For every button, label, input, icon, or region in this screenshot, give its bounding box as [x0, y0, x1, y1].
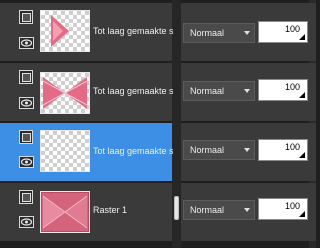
- blend-mode-dropdown[interactable]: Normaal: [183, 200, 255, 220]
- opacity-value: 100: [284, 142, 300, 152]
- layer-type-icon[interactable]: [19, 10, 33, 24]
- blend-mode-value: Normaal: [190, 205, 225, 215]
- opacity-value: 100: [284, 201, 300, 211]
- blend-mode-dropdown[interactable]: Normaal: [183, 81, 255, 101]
- layer-type-icon[interactable]: [19, 70, 33, 84]
- opacity-field[interactable]: 100: [258, 139, 308, 161]
- layer-type-icon[interactable]: [19, 190, 33, 204]
- layer-name[interactable]: Tot laag gemaakte s: [93, 86, 173, 97]
- layer-thumbnail: [40, 72, 90, 114]
- layers-panel: Tot laag gemaakte s Normaal 100 Tot laag…: [0, 0, 316, 248]
- chevron-down-icon: [244, 89, 250, 93]
- layer-name[interactable]: Tot laag gemaakte s: [93, 146, 173, 157]
- layer-name[interactable]: Tot laag gemaakte s: [93, 26, 173, 37]
- blend-mode-value: Normaal: [190, 86, 225, 96]
- eye-icon[interactable]: [19, 37, 34, 49]
- blend-mode-value: Normaal: [190, 145, 225, 155]
- blend-mode-dropdown[interactable]: Normaal: [183, 140, 255, 160]
- layer-thumbnail: [40, 191, 90, 233]
- opacity-slider-icon: [299, 34, 305, 40]
- blend-mode-value: Normaal: [190, 28, 225, 38]
- layer-thumbnail: [40, 130, 90, 172]
- chevron-down-icon: [244, 148, 250, 152]
- chevron-down-icon: [244, 31, 250, 35]
- opacity-field[interactable]: 100: [258, 21, 308, 43]
- opacity-value: 100: [284, 24, 300, 34]
- layer-name[interactable]: Raster 1: [93, 205, 173, 216]
- opacity-slider-icon: [299, 211, 305, 217]
- eye-icon[interactable]: [19, 156, 34, 168]
- panel-resize-handle[interactable]: [174, 196, 179, 220]
- eye-icon[interactable]: [19, 97, 34, 109]
- blend-mode-dropdown[interactable]: Normaal: [183, 23, 255, 43]
- opacity-slider-icon: [299, 152, 305, 158]
- opacity-field[interactable]: 100: [258, 198, 308, 220]
- opacity-value: 100: [284, 82, 300, 92]
- layer-type-icon[interactable]: [19, 130, 33, 144]
- chevron-down-icon: [244, 208, 250, 212]
- opacity-field[interactable]: 100: [258, 79, 308, 101]
- layer-thumbnail: [40, 10, 90, 52]
- eye-icon[interactable]: [19, 216, 34, 228]
- opacity-slider-icon: [299, 92, 305, 98]
